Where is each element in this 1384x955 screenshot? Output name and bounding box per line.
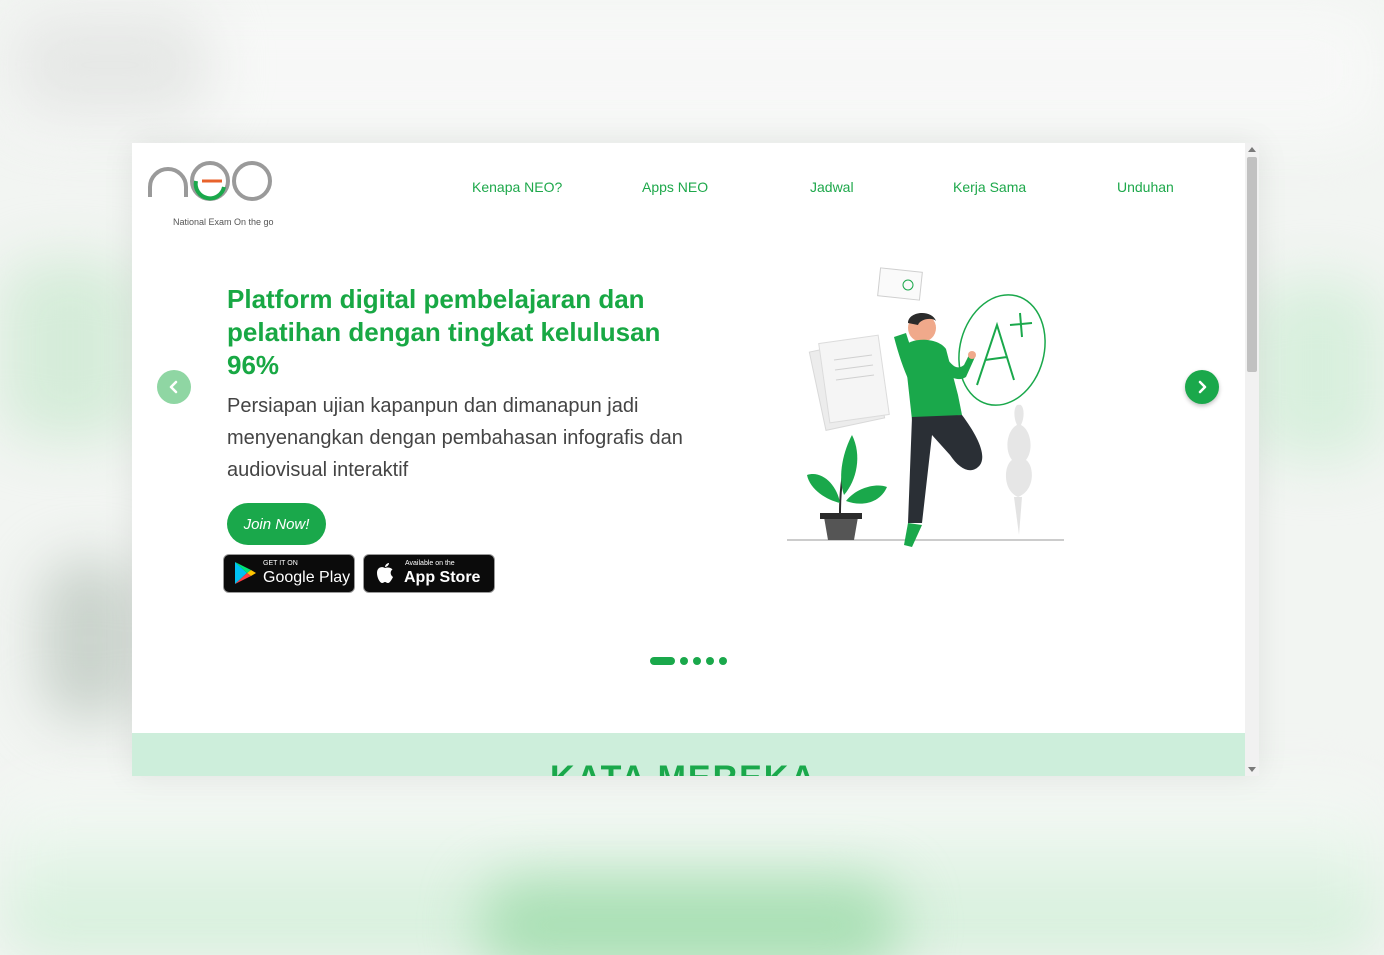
apple-icon [377, 563, 393, 583]
logo-tagline: National Exam On the go [173, 217, 274, 227]
nav-apps-neo[interactable]: Apps NEO [642, 179, 708, 195]
google-play-small-text: GET IT ON [263, 560, 298, 567]
chevron-right-icon [1198, 380, 1207, 394]
testimonials-section: KATA MEREKA [132, 733, 1245, 776]
scroll-down-arrow-icon[interactable] [1248, 767, 1256, 772]
neo-logo[interactable]: National Exam On the go [146, 157, 276, 227]
neo-logo-mark [148, 161, 272, 201]
carousel-dot-1[interactable] [650, 657, 675, 665]
a-plus-grade-icon [958, 294, 1046, 406]
scroll-up-arrow-icon[interactable] [1248, 147, 1256, 152]
app-store-big-text: App Store [404, 569, 481, 586]
carousel-prev-button[interactable] [157, 370, 191, 404]
chevron-left-icon [169, 380, 178, 394]
app-store-badge[interactable]: Available on the App Store [363, 554, 495, 593]
student-illustration [787, 267, 1064, 547]
carousel-dot-5[interactable] [719, 657, 727, 665]
google-play-icon [235, 562, 256, 584]
nav-unduhan[interactable]: Unduhan [1117, 179, 1174, 195]
section-title: KATA MEREKA [550, 759, 817, 776]
papers-icon [808, 334, 890, 431]
page-frame: National Exam On the go Kenapa NEO? Apps… [132, 143, 1259, 776]
hero-title: Platform digital pembelajaran dan pelati… [227, 284, 661, 380]
carousel-next-button[interactable] [1185, 370, 1219, 404]
vertical-scrollbar[interactable] [1245, 143, 1259, 776]
join-now-button[interactable]: Join Now! [227, 503, 326, 545]
nav-jadwal[interactable]: Jadwal [810, 179, 854, 195]
google-play-badge[interactable]: GET IT ON Google Play [223, 554, 355, 593]
google-play-big-text: Google Play [263, 569, 351, 586]
hero-subtitle: Persiapan ujian kapanpun dan dimanapun j… [227, 395, 683, 481]
scrollbar-thumb[interactable] [1247, 157, 1257, 372]
nav-kerja-sama[interactable]: Kerja Sama [953, 179, 1026, 195]
grey-plant-icon [1005, 404, 1032, 535]
nav-kenapa-neo[interactable]: Kenapa NEO? [472, 179, 562, 195]
person-illustration [877, 267, 983, 547]
carousel-dot-3[interactable] [693, 657, 701, 665]
carousel-dot-4[interactable] [706, 657, 714, 665]
green-plant-icon [807, 435, 887, 540]
carousel-dot-2[interactable] [680, 657, 688, 665]
app-store-small-text: Available on the [405, 560, 455, 567]
